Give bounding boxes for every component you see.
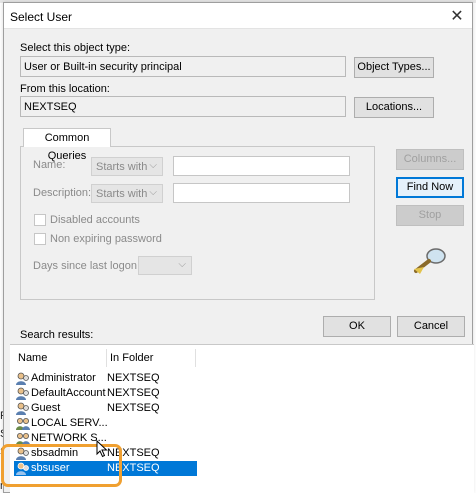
stop-button[interactable]: Stop — [396, 205, 464, 226]
search-magnifier-icon — [414, 248, 446, 274]
disabled-accounts-checkbox[interactable] — [34, 214, 46, 226]
dialog-title: Select User — [10, 10, 73, 24]
column-header-in-folder[interactable]: In Folder — [110, 352, 153, 364]
user-icon — [16, 372, 29, 385]
non-expiring-password-label: Non expiring password — [50, 233, 162, 245]
non-expiring-password-checkbox[interactable] — [34, 233, 46, 245]
location-field: NEXTSEQ — [20, 96, 346, 117]
days-since-logon-select[interactable]: ⌵ — [138, 256, 192, 275]
name-input[interactable] — [173, 156, 350, 176]
common-queries-panel: Name: Starts with ⌵ Description: Starts … — [20, 146, 375, 300]
description-mode-select[interactable]: Starts with ⌵ — [91, 184, 163, 203]
object-type-label: Select this object type: — [20, 42, 131, 54]
name-mode-value: Starts with — [96, 161, 148, 173]
object-types-button[interactable]: Object Types... — [354, 57, 434, 78]
name-mode-select[interactable]: Starts with ⌵ — [91, 157, 163, 176]
list-item[interactable]: DefaultAccount NEXTSEQ — [14, 386, 197, 401]
user-icon — [16, 402, 29, 415]
list-item[interactable]: Guest NEXTSEQ — [14, 401, 197, 416]
column-divider[interactable] — [195, 349, 196, 367]
result-name: Administrator — [31, 372, 96, 384]
description-mode-value: Starts with — [96, 188, 148, 200]
result-folder: NEXTSEQ — [107, 387, 160, 399]
disabled-accounts-label: Disabled accounts — [50, 214, 140, 226]
list-item[interactable]: LOCAL SERV... — [14, 416, 197, 431]
mouse-cursor-icon — [96, 440, 108, 458]
chevron-down-icon: ⌵ — [178, 259, 186, 270]
column-divider[interactable] — [106, 349, 107, 367]
close-icon[interactable]: ✕ — [448, 7, 466, 25]
result-name: LOCAL SERV... — [31, 417, 108, 429]
chevron-down-icon: ⌵ — [149, 160, 157, 171]
column-header-name[interactable]: Name — [18, 352, 47, 364]
select-user-dialog: Select User ✕ Select this object type: U… — [3, 2, 474, 493]
tab-common-queries[interactable]: Common Queries — [23, 128, 111, 162]
locations-button[interactable]: Locations... — [354, 97, 434, 118]
result-folder: NEXTSEQ — [107, 372, 160, 384]
chevron-down-icon: ⌵ — [149, 187, 157, 198]
list-item[interactable]: Administrator NEXTSEQ — [14, 371, 197, 386]
location-label: From this location: — [20, 83, 110, 95]
description-input[interactable] — [173, 183, 350, 203]
result-folder: NEXTSEQ — [107, 402, 160, 414]
group-icon — [16, 418, 30, 430]
columns-button[interactable]: Columns... — [396, 149, 464, 170]
result-name: Guest — [31, 402, 61, 414]
find-now-button[interactable]: Find Now — [396, 177, 464, 198]
cancel-button[interactable]: Cancel — [397, 316, 465, 337]
object-type-field: User or Built-in security principal — [20, 56, 346, 77]
result-name: DefaultAccount — [31, 387, 106, 399]
user-icon — [16, 387, 29, 400]
search-results-label: Search results: — [20, 329, 94, 341]
days-since-logon-label: Days since last logon: — [33, 260, 140, 272]
description-label: Description: — [33, 187, 92, 199]
dialog-titlebar[interactable]: Select User ✕ — [4, 3, 472, 29]
ok-button[interactable]: OK — [323, 316, 391, 337]
